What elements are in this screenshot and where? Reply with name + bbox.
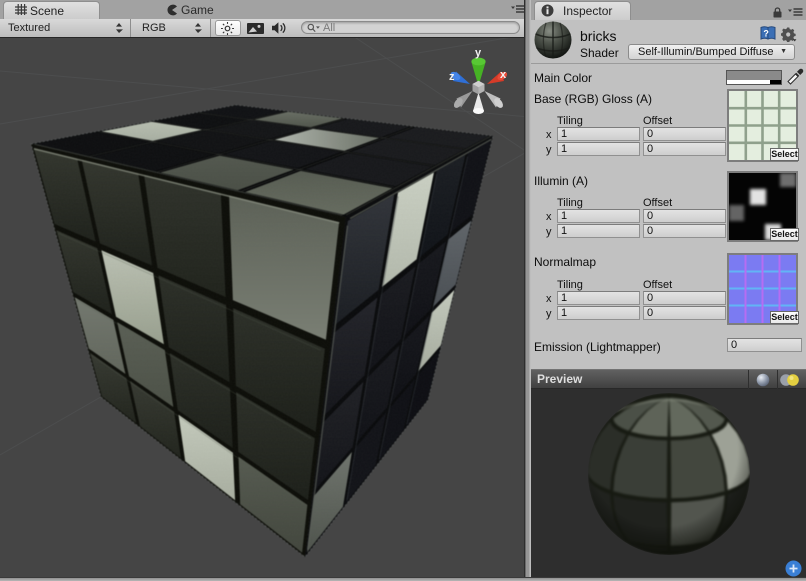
svg-text:z: z [449,71,455,83]
svg-text:y: y [475,47,482,59]
svg-text:x: x [500,69,507,81]
svg-text:?: ? [763,29,769,39]
